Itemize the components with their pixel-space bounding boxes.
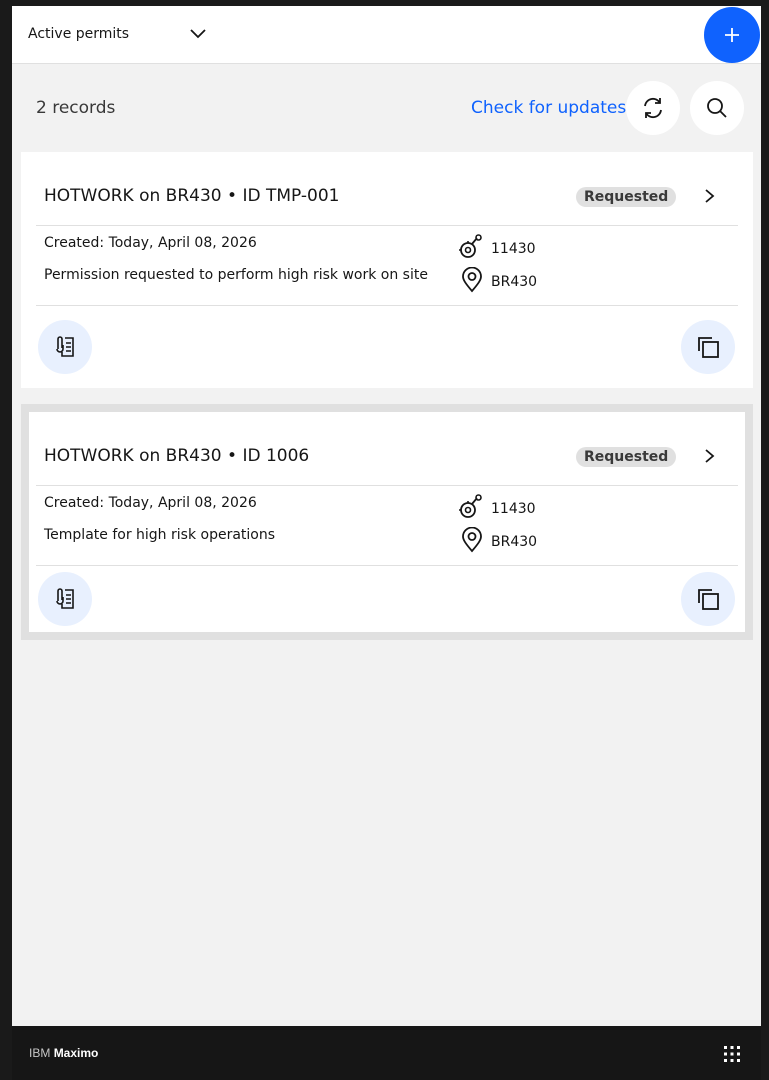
copy-icon [698,589,719,610]
records-count: 2 records [36,98,116,118]
card-header: HOTWORK on BR430 • ID TMP-001 Requested [36,152,738,226]
asset-icon [459,234,482,258]
add-permit-button[interactable] [704,7,760,63]
attachments-button[interactable] [38,572,92,626]
permit-filter-dropdown[interactable]: Active permits [28,26,129,42]
permit-title: HOTWORK on BR430 • ID TMP-001 [44,186,340,206]
check-for-updates-link[interactable]: Check for updates [471,98,626,118]
attachments-button[interactable] [38,320,92,374]
duplicate-button[interactable] [681,572,735,626]
permit-card-body[interactable]: HOTWORK on BR430 • ID TMP-001 Requested … [21,152,753,388]
attachment-document-icon [56,588,74,609]
card-actions [21,306,753,386]
duplicate-button[interactable] [681,320,735,374]
app-container: Active permits 2 records Check for updat… [12,6,761,1026]
asset-icon [459,494,482,518]
card-details: Created: Today, April 08, 2026 Template … [36,486,738,566]
location-code: BR430 [491,274,538,290]
copy-icon [698,337,719,358]
status-badge: Requested [576,447,677,467]
chevron-down-icon[interactable] [188,24,208,44]
asset-number: 11430 [491,501,536,517]
created-date: Created: Today, April 08, 2026 [44,495,257,511]
app-grid-icon[interactable] [722,1044,742,1064]
card-actions [29,566,745,632]
created-date: Created: Today, April 08, 2026 [44,235,257,251]
attachment-document-icon [56,336,74,357]
refresh-button[interactable] [626,81,680,135]
bottom-bar: IBM Maximo [12,1026,761,1080]
location-pin-icon [462,267,482,293]
asset-number: 11430 [491,241,536,257]
permit-card-body[interactable]: HOTWORK on BR430 • ID 1006 Requested Cre… [29,412,745,632]
app-brand: IBM Maximo [29,1046,98,1060]
status-badge: Requested [576,187,677,207]
permit-title: HOTWORK on BR430 • ID 1006 [44,446,310,466]
plus-icon [725,28,739,42]
chevron-right-icon[interactable] [700,446,718,466]
location-pin-icon [462,527,482,553]
card-header: HOTWORK on BR430 • ID 1006 Requested [36,412,738,486]
chevron-right-icon[interactable] [700,186,718,206]
search-icon [707,98,727,118]
brand-prefix: IBM [29,1046,51,1060]
permit-description: Permission requested to perform high ris… [44,267,428,283]
location-code: BR430 [491,534,538,550]
card-details: Created: Today, April 08, 2026 Permissio… [36,226,738,306]
brand-name: Maximo [53,1046,99,1060]
refresh-icon [644,97,662,119]
top-bar: Active permits [12,6,761,64]
search-button[interactable] [690,81,744,135]
permit-card: HOTWORK on BR430 • ID 1006 Requested Cre… [21,404,753,640]
permit-description: Template for high risk operations [44,527,276,543]
permit-card: HOTWORK on BR430 • ID TMP-001 Requested … [21,152,753,388]
